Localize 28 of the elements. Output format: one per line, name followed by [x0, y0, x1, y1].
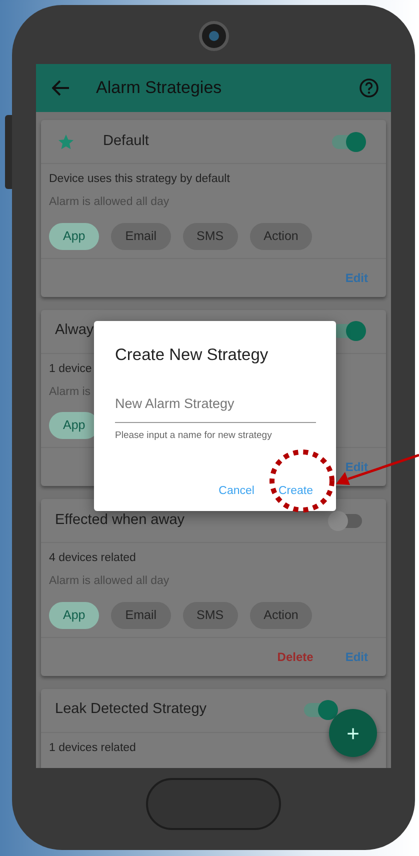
strategy-title: Leak Detected Strategy [55, 700, 207, 720]
channel-chip[interactable]: App [49, 602, 100, 628]
dialog-title: Create New Strategy [115, 345, 270, 366]
annotation-circle [270, 450, 334, 512]
strategy-title: Effected when away [55, 510, 185, 530]
dialog-button[interactable]: Create [278, 483, 313, 500]
camera-icon [199, 21, 229, 51]
channel-chip[interactable]: Action [250, 602, 312, 628]
strategy-description: 1 device [49, 362, 92, 376]
channel-chip[interactable]: Email [111, 222, 171, 250]
channel-chip[interactable]: SMS [182, 222, 238, 250]
strategy-description: 1 devices related [49, 740, 136, 756]
delete-button[interactable]: Delete [277, 648, 314, 666]
home-button[interactable] [146, 778, 281, 830]
name-input-field[interactable]: New Alarm Strategy [115, 394, 316, 423]
channel-chip[interactable]: Action [250, 222, 312, 250]
channel-chip[interactable]: App [49, 222, 100, 250]
strategy-description: 4 devices related [49, 551, 136, 566]
channel-chip[interactable]: Email [111, 602, 171, 628]
helper-text: Please input a name for new strategy [115, 429, 273, 443]
back-arrow-icon[interactable] [52, 80, 70, 96]
strategy-description: Device uses this strategy by default [49, 172, 230, 187]
strategy-title: Default [103, 132, 149, 151]
channel-chip[interactable]: SMS [182, 602, 238, 628]
strategy-title: Alway [55, 321, 94, 340]
help-icon[interactable] [359, 78, 379, 98]
screen-title: Alarm Strategies [96, 77, 223, 100]
dialog-button[interactable]: Cancel [218, 483, 254, 500]
